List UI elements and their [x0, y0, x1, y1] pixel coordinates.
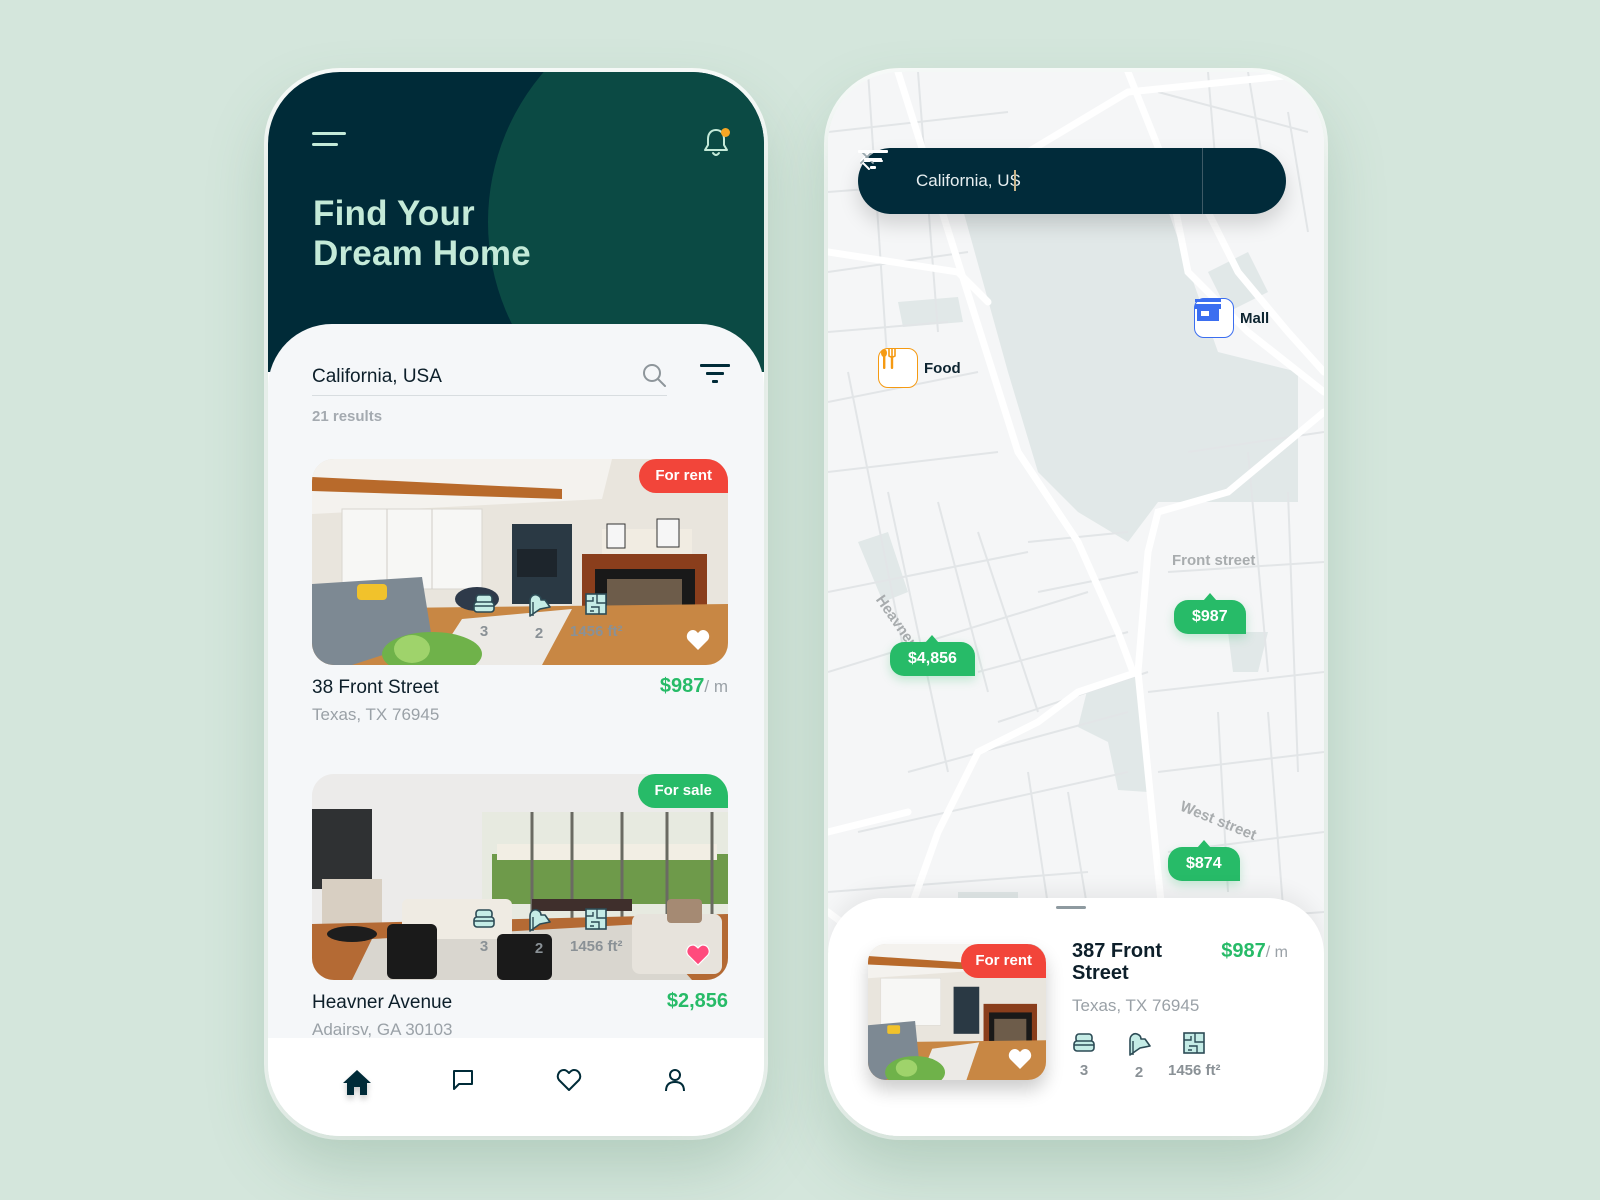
bottom-tab-bar: [268, 1038, 764, 1136]
page-title: Find Your Dream Home: [313, 194, 531, 273]
phone-map-screen: Food Mall Heavner Front street West stre…: [828, 72, 1324, 1136]
text-caret: [1014, 170, 1016, 191]
baths-count: 2: [1134, 1064, 1144, 1081]
bed-icon: [1073, 1033, 1095, 1052]
listing-title: 38 Front Street: [312, 677, 439, 698]
price-value: $2,856: [666, 990, 728, 1012]
baths-info: 2: [526, 593, 552, 642]
search-input[interactable]: California, USA: [312, 366, 442, 388]
selected-listing-sheet: For rent 387 Front Street $987/ m Texas,…: [828, 898, 1324, 1136]
beds-info: 3: [1072, 1032, 1096, 1079]
listing-photo[interactable]: For sale: [312, 774, 728, 980]
home-icon: [343, 1070, 371, 1095]
poi-icon-box: [878, 348, 918, 388]
listing-photo[interactable]: For rent: [312, 459, 728, 665]
map-search-bar: [858, 148, 1286, 214]
listing-title: 387 Front Street: [1072, 940, 1163, 984]
area-size: 1456 ft²: [570, 938, 623, 955]
poi-label: Food: [924, 359, 961, 377]
hamburger-menu-icon[interactable]: [312, 132, 346, 152]
floor-plan-icon: [585, 593, 608, 615]
baths-info: 2: [1126, 1032, 1152, 1081]
price-pin[interactable]: $987: [1174, 593, 1246, 634]
store-icon: [1195, 299, 1221, 321]
listing-price: $987/ m: [660, 675, 728, 698]
filter-icon[interactable]: [858, 148, 888, 170]
tab-home[interactable]: [340, 1068, 374, 1102]
shower-icon: [1129, 1032, 1151, 1056]
baths-info: 2: [526, 908, 552, 957]
results-count: 21 results: [312, 408, 383, 425]
price-pin[interactable]: $874: [1168, 840, 1240, 881]
poi-label: Mall: [1240, 309, 1270, 327]
area-info: 1456 ft²: [1168, 1032, 1221, 1079]
map-search-input[interactable]: [916, 166, 1146, 196]
poi-icon-box: [1194, 298, 1234, 338]
price-value: $987: [659, 675, 705, 697]
sheet-grab-handle[interactable]: [1056, 906, 1086, 909]
listing-price: $987/ m: [1221, 940, 1288, 963]
shower-icon: [529, 908, 551, 932]
listing-card[interactable]: For rent 38 Front Street Texas, TX 76945…: [312, 459, 728, 724]
listing-type-badge: For rent: [961, 944, 1046, 978]
bed-icon: [473, 909, 495, 928]
filter-icon[interactable]: [700, 362, 730, 384]
price-value: $987: [1221, 940, 1266, 962]
user-icon: [665, 1069, 685, 1092]
listing-address: Adairsv, GA 30103: [312, 1020, 453, 1039]
floor-plan-icon: [585, 908, 608, 930]
floor-plan-icon: [1183, 1032, 1206, 1054]
price-period: / m: [704, 677, 728, 696]
fork-knife-icon: [881, 349, 896, 369]
listing-address: Texas, TX 76945: [312, 705, 440, 724]
heart-icon[interactable]: [1008, 1048, 1032, 1070]
heart-icon: [556, 1069, 582, 1091]
tab-profile[interactable]: [658, 1068, 692, 1102]
beds-info: 3: [472, 593, 496, 640]
listing-thumbnail[interactable]: For rent: [868, 944, 1046, 1080]
listing-card[interactable]: For sale Heavner Avenue Adairsv, GA 3010…: [312, 774, 728, 1039]
search-icon[interactable]: [641, 362, 667, 388]
price-pin[interactable]: $4,856: [890, 635, 975, 676]
street-label: Front street: [1172, 552, 1256, 569]
listings-sheet: California, USA 21 results For rent 38 F…: [268, 324, 764, 1136]
notification-button[interactable]: [702, 126, 732, 158]
beds-count: 3: [1079, 1062, 1089, 1079]
phone-listings-screen: Find Your Dream Home California, USA 21 …: [268, 72, 764, 1136]
beds-count: 3: [479, 623, 489, 640]
area-size: 1456 ft²: [570, 623, 623, 640]
listing-type-badge: For sale: [638, 774, 728, 808]
shower-icon: [529, 593, 551, 617]
search-divider: [1202, 148, 1203, 214]
tab-favorites[interactable]: [552, 1068, 586, 1102]
price-period: / m: [1265, 944, 1288, 961]
poi-mall[interactable]: Mall: [1194, 298, 1269, 338]
heart-icon[interactable]: [686, 944, 710, 966]
listing-type-badge: For rent: [639, 459, 728, 493]
area-size: 1456 ft²: [1168, 1062, 1221, 1079]
area-info: 1456 ft²: [570, 908, 623, 955]
beds-count: 3: [479, 938, 489, 955]
chat-bubble-icon: [453, 1070, 473, 1090]
listing-address: Texas, TX 76945: [1072, 996, 1200, 1015]
listing-price: $2,856: [667, 990, 728, 1013]
area-info: 1456 ft²: [570, 593, 623, 640]
listing-title: Heavner Avenue: [312, 992, 453, 1013]
baths-count: 2: [534, 625, 544, 642]
beds-info: 3: [472, 908, 496, 955]
notification-dot: [721, 128, 730, 137]
bed-icon: [473, 594, 495, 613]
location-search-field[interactable]: California, USA: [312, 356, 667, 396]
baths-count: 2: [534, 940, 544, 957]
poi-food[interactable]: Food: [878, 348, 961, 388]
heart-icon[interactable]: [686, 629, 710, 651]
tab-messages[interactable]: [446, 1068, 480, 1102]
